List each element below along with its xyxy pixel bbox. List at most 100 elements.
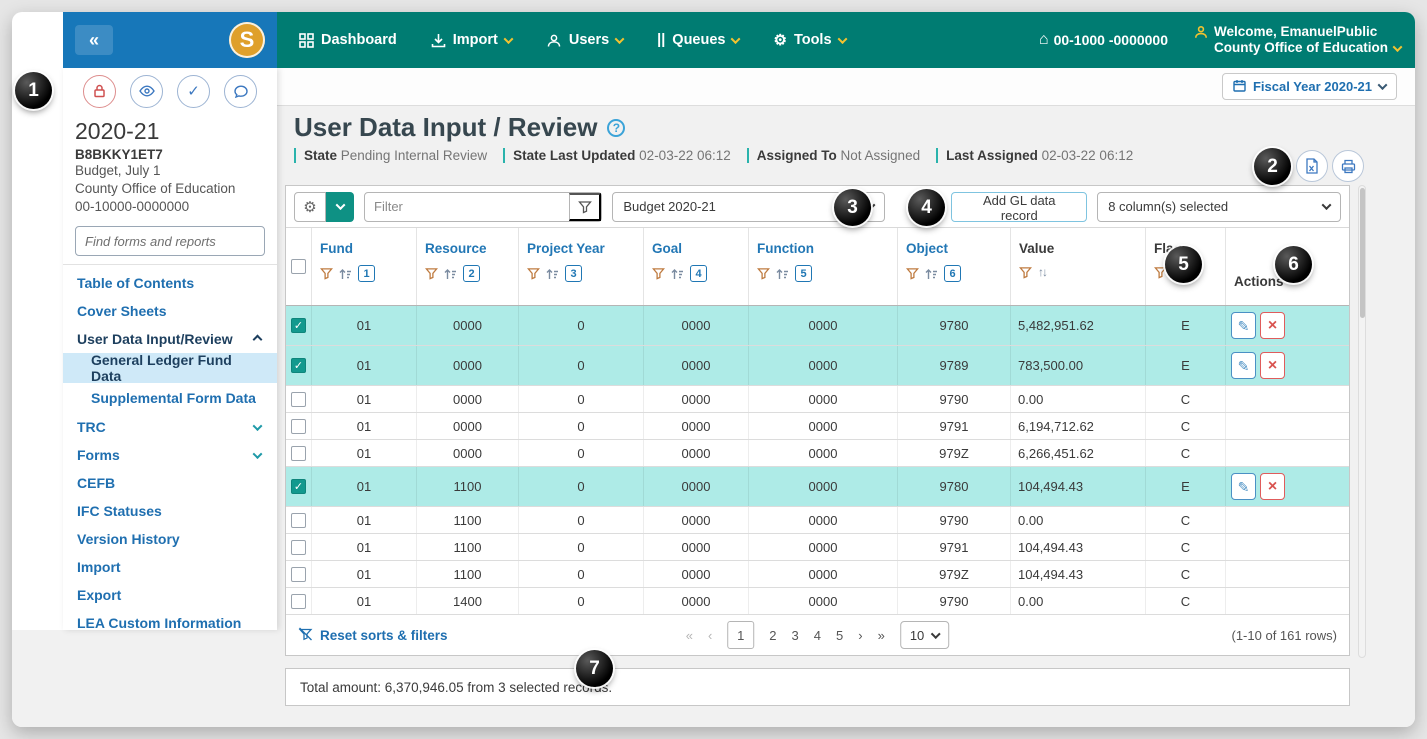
edit-row-button[interactable]: ✎ [1231, 473, 1256, 500]
cell-resource: 0000 [417, 440, 519, 466]
column-header-resource[interactable]: Resource 2 [417, 228, 519, 305]
reset-sorts-filters-link[interactable]: Reset sorts & filters [298, 627, 448, 644]
cell-value: 783,500.00 [1011, 346, 1146, 385]
row-checkbox[interactable] [291, 540, 306, 555]
select-all-checkbox[interactable] [291, 259, 306, 274]
first-page-button[interactable]: « [686, 628, 693, 643]
table-settings-button[interactable]: ⚙ [294, 192, 326, 222]
row-checkbox[interactable]: ✓ [291, 358, 306, 373]
delete-row-button[interactable]: × [1260, 352, 1285, 379]
check-circle-icon[interactable]: ✓ [177, 75, 210, 108]
cell-object: 9790 [898, 386, 1011, 412]
filter-slash-icon [298, 627, 313, 644]
row-checkbox[interactable]: ✓ [291, 318, 306, 333]
find-forms-input[interactable] [75, 226, 265, 256]
cell-flag: C [1146, 507, 1226, 533]
cell-fund: 01 [312, 306, 417, 345]
page-size-select[interactable]: 10 [900, 621, 949, 649]
sidebar-item-trc[interactable]: TRC [63, 413, 277, 441]
sidebar-item-table-of-contents[interactable]: Table of Contents [63, 269, 277, 297]
filter-funnel-icon[interactable] [569, 193, 601, 221]
edit-row-button[interactable]: ✎ [1231, 312, 1256, 339]
help-icon[interactable]: ? [607, 119, 625, 137]
filter-icon [652, 267, 665, 280]
table-scrollbar[interactable] [1358, 185, 1366, 658]
cell-project_year: 0 [519, 507, 644, 533]
account-menu[interactable]: Welcome, EmanuelPublic County Office of … [1194, 24, 1401, 56]
table-row: 0111000000000009791104,494.43C [286, 534, 1349, 561]
scrollbar-thumb[interactable] [1360, 188, 1365, 318]
table-row: ✓0100000000000009789783,500.00E✎× [286, 346, 1349, 386]
cell-flag: E [1146, 306, 1226, 345]
column-header-project-year[interactable]: Project Year 3 [519, 228, 644, 305]
row-checkbox[interactable] [291, 446, 306, 461]
nav-queues[interactable]: || Queues [657, 32, 739, 48]
main-content: Fiscal Year 2020-21 User Data Input / Re… [277, 68, 1415, 727]
sidebar-item-cefb[interactable]: CEFB [63, 469, 277, 497]
last-page-button[interactable]: » [878, 628, 885, 643]
sidebar-item-export[interactable]: Export [63, 581, 277, 609]
delete-row-button[interactable]: × [1260, 473, 1285, 500]
cell-function: 0000 [749, 534, 898, 560]
sidebar-item-import[interactable]: Import [63, 553, 277, 581]
filter-input[interactable] [365, 199, 569, 214]
row-checkbox[interactable] [291, 513, 306, 528]
cell-goal: 0000 [644, 534, 749, 560]
page-button-3[interactable]: 3 [792, 628, 799, 643]
cell-resource: 1100 [417, 507, 519, 533]
sidebar-quick-icons: ✓ [63, 68, 277, 114]
delete-row-button[interactable]: × [1260, 312, 1285, 339]
cell-fund: 01 [312, 346, 417, 385]
sort-asc-icon [444, 268, 457, 280]
row-checkbox[interactable] [291, 392, 306, 407]
nav-dashboard[interactable]: Dashboard [299, 32, 397, 48]
sidebar-item-user-data-input-review[interactable]: User Data Input/Review [63, 325, 277, 353]
table-settings-dropdown[interactable] [326, 192, 354, 222]
filter-icon [757, 267, 770, 280]
column-header-function[interactable]: Function 5 [749, 228, 898, 305]
filter-icon [906, 267, 919, 280]
row-checkbox[interactable] [291, 567, 306, 582]
nav-import[interactable]: Import [431, 32, 512, 48]
lock-icon[interactable] [83, 75, 116, 108]
sidebar-item-supplemental-form-data[interactable]: Supplemental Form Data [63, 383, 277, 413]
column-header-fund[interactable]: Fund 1 [312, 228, 417, 305]
sidebar-item-lea-custom-information[interactable]: LEA Custom Information [63, 609, 277, 637]
fiscal-year-dropdown[interactable]: Fiscal Year 2020-21 [1222, 73, 1397, 100]
sidebar-item-general-ledger-fund-data[interactable]: General Ledger Fund Data [63, 353, 277, 383]
cell-object: 9791 [898, 534, 1011, 560]
row-checkbox[interactable]: ✓ [291, 479, 306, 494]
table-row: 011100000000000979Z104,494.43C [286, 561, 1349, 588]
print-button[interactable] [1332, 150, 1364, 182]
page-button-2[interactable]: 2 [769, 628, 776, 643]
cell-goal: 0000 [644, 561, 749, 587]
add-gl-record-button[interactable]: Add GL data record [951, 192, 1087, 222]
row-checkbox[interactable] [291, 419, 306, 434]
sidebar-item-version-history[interactable]: Version History [63, 525, 277, 553]
next-page-button[interactable]: › [858, 628, 862, 643]
filter-icon [320, 267, 333, 280]
sidebar-item-ifc-statuses[interactable]: IFC Statuses [63, 497, 277, 525]
chevron-down-icon [1378, 80, 1388, 90]
column-header-value[interactable]: Value ↑↓ [1011, 228, 1146, 305]
table-row: 01110000000000097900.00C [286, 507, 1349, 534]
eye-icon[interactable] [130, 75, 163, 108]
nav-users[interactable]: Users [546, 32, 623, 48]
sidebar-item-cover-sheets[interactable]: Cover Sheets [63, 297, 277, 325]
page-button-4[interactable]: 4 [814, 628, 821, 643]
column-header-object[interactable]: Object 6 [898, 228, 1011, 305]
callout-1: 1 [15, 72, 52, 109]
columns-select[interactable]: 8 column(s) selected [1097, 192, 1341, 222]
sidebar-item-forms[interactable]: Forms [63, 441, 277, 469]
row-checkbox[interactable] [291, 594, 306, 609]
prev-page-button[interactable]: ‹ [708, 628, 712, 643]
column-header-goal[interactable]: Goal 4 [644, 228, 749, 305]
chat-icon[interactable] [224, 75, 257, 108]
page-button-5[interactable]: 5 [836, 628, 843, 643]
edit-row-button[interactable]: ✎ [1231, 352, 1256, 379]
page-button-1[interactable]: 1 [727, 621, 754, 649]
export-file-button[interactable] [1296, 150, 1328, 182]
nav-tools[interactable]: ⚙ Tools [773, 31, 845, 49]
total-summary-bar: Total amount: 6,370,946.05 from 3 select… [285, 668, 1350, 706]
sidebar-collapse-button[interactable]: « [75, 25, 113, 55]
